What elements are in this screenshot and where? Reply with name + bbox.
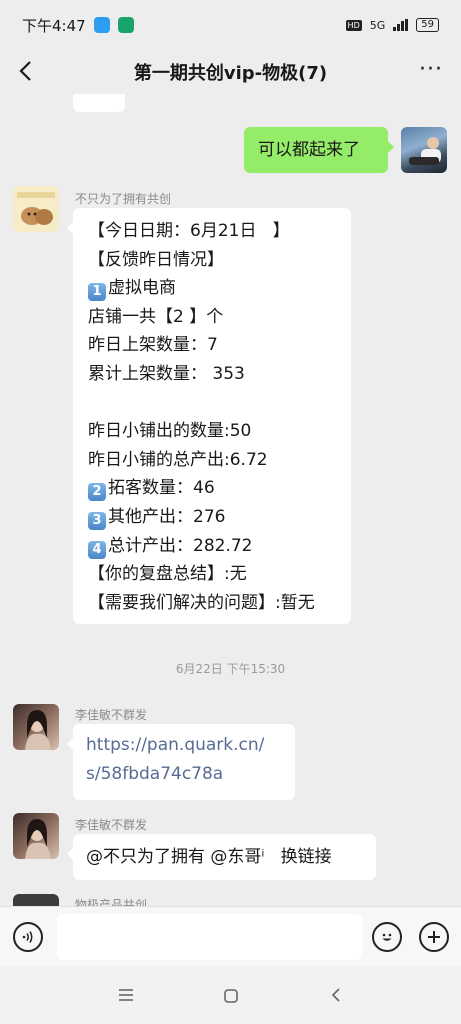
network-type: 5G: [369, 18, 386, 32]
message-timestamp: 6月22日 下午15:30: [175, 662, 286, 676]
report-line-blank: [88, 389, 336, 418]
sender-avatar-partial[interactable]: [13, 894, 59, 906]
report-line-total-output: 4 总计产出：282.72: [88, 532, 336, 561]
previous-message-bubble[interactable]: [73, 94, 125, 112]
status-time: 下午4:47: [22, 16, 86, 35]
report-line-leads: 2 拓客数量：46: [88, 474, 336, 503]
shield-notification-icon: [117, 17, 134, 33]
self-message-text: 可以都起来了: [258, 140, 360, 160]
chat-title: 第一期共创vip-物极(7): [133, 63, 328, 84]
keycap-3-icon: 3: [88, 511, 106, 530]
sender-avatar-lijiamin[interactable]: [13, 704, 59, 750]
mention-message-bubble[interactable]: @不只为了拥有 @东哥ⁱ 换链接: [67, 834, 376, 880]
link-message-bubble[interactable]: https://pan.quark.cn/ s/58fbda74c78a: [67, 724, 295, 800]
keycap-1-icon: 1: [88, 283, 106, 302]
link-text-line2[interactable]: s/58fbda74c78a: [86, 760, 282, 789]
report-line-feedback: 【反馈昨日情况】: [88, 249, 224, 270]
report-line-date: 【今日日期：6月21日 】: [88, 221, 290, 241]
home-icon[interactable]: [223, 988, 239, 1004]
keycap-2-icon: 2: [88, 483, 106, 502]
status-bar: 下午4:47 HD 5G 59: [0, 0, 461, 50]
report-message-bubble[interactable]: 【今日日期：6月21日 】 【反馈昨日情况】 1 虚拟电商 店铺一共【2 】个 昨…: [67, 208, 351, 624]
report-line-review: 【你的复盘总结】:无: [88, 564, 247, 585]
status-left: 下午4:47: [22, 15, 134, 36]
status-right: HD 5G 59: [345, 18, 439, 32]
keycap-4-icon: 4: [88, 540, 106, 559]
report-line-listed-total: 累计上架数量： 353: [88, 363, 245, 384]
report-line-total-output-text: 总计产出：282.72: [108, 535, 253, 556]
sender-avatar-lijiamin-2[interactable]: [13, 813, 59, 859]
sender-name: 不只为了拥有共创: [75, 192, 172, 206]
report-line-other-output: 3 其他产出：276: [88, 503, 336, 532]
self-avatar[interactable]: [401, 127, 447, 173]
report-line-shop-output-count: 昨日小铺出的数量:50: [88, 421, 252, 442]
self-message-bubble[interactable]: 可以都起来了: [244, 127, 394, 173]
mention-message-text: @不只为了拥有 @东哥ⁱ 换链接: [86, 847, 332, 867]
chat-area[interactable]: 可以都起来了 不只为了拥有共创 【今日日期：6月21日 】 【反馈昨日情况】 1…: [0, 94, 461, 906]
message-input[interactable]: [57, 914, 362, 960]
back-arrow-icon[interactable]: [14, 58, 40, 84]
report-line-other-output-text: 其他产出：276: [108, 506, 226, 527]
report-line-issues: 【需要我们解决的问题】:暂无: [88, 592, 315, 613]
battery-icon: 59: [416, 18, 439, 32]
app-notification-icon: [93, 17, 110, 33]
report-line-listed-yesterday: 昨日上架数量：7: [88, 335, 218, 356]
report-line-shops: 店铺一共【2 】个: [88, 306, 224, 327]
report-line-shop-output-total: 昨日小铺的总产出:6.72: [88, 449, 268, 470]
sender-name-partial: 物极产品共创: [75, 898, 148, 906]
voice-icon[interactable]: [13, 922, 43, 952]
emoji-icon[interactable]: [372, 922, 402, 952]
sender-name-lijiamin: 李佳敏不群发: [75, 708, 148, 722]
report-line-category: 1 虚拟电商: [88, 274, 336, 303]
more-icon[interactable]: ···: [419, 59, 443, 81]
signal-icon: [393, 19, 409, 31]
menu-icon[interactable]: [118, 988, 134, 1002]
hd-icon: HD: [345, 19, 362, 31]
input-bar: [0, 906, 461, 967]
plus-icon[interactable]: [419, 922, 449, 952]
link-text-line1[interactable]: https://pan.quark.cn/: [86, 731, 282, 760]
chat-header: 第一期共创vip-物极(7) ···: [0, 50, 461, 94]
sender-name-lijiamin-2: 李佳敏不群发: [75, 818, 148, 832]
report-line-category-text: 虚拟电商: [108, 278, 176, 299]
sender-avatar[interactable]: [13, 186, 59, 232]
system-back-icon[interactable]: [328, 987, 344, 1003]
report-line-leads-text: 拓客数量：46: [108, 478, 215, 499]
system-navigation-bar: [0, 966, 461, 1024]
